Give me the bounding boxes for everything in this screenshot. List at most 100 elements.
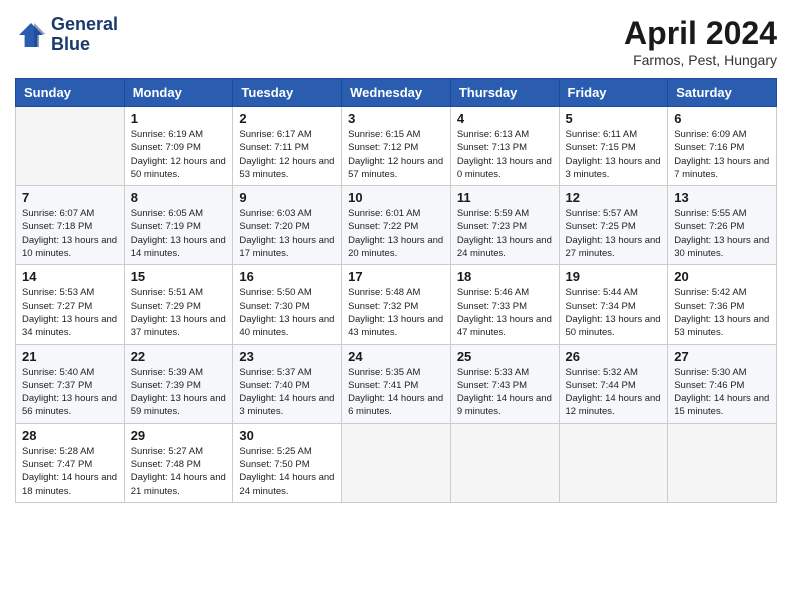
- calendar-cell: 9Sunrise: 6:03 AMSunset: 7:20 PMDaylight…: [233, 186, 342, 265]
- calendar-title: April 2024: [624, 15, 777, 52]
- day-info: Sunrise: 6:05 AMSunset: 7:19 PMDaylight:…: [131, 207, 227, 260]
- calendar-cell: 18Sunrise: 5:46 AMSunset: 7:33 PMDayligh…: [450, 265, 559, 344]
- week-row: 14 Sunrise: 5:53 AMSunset: 7:27 PMDayligh…: [16, 265, 777, 344]
- calendar-cell: 1 Sunrise: 6:19 AMSunset: 7:09 PMDaylight…: [124, 107, 233, 186]
- calendar-cell: 4 Sunrise: 6:13 AMSunset: 7:13 PMDaylight…: [450, 107, 559, 186]
- day-number: 16: [239, 269, 335, 284]
- weekday-header: Monday: [124, 79, 233, 107]
- calendar-cell: 22 Sunrise: 5:39 AMSunset: 7:39 PMDayligh…: [124, 344, 233, 423]
- calendar-cell: 27 Sunrise: 5:30 AMSunset: 7:46 PMDayligh…: [668, 344, 777, 423]
- calendar-cell: 23Sunrise: 5:37 AMSunset: 7:40 PMDayligh…: [233, 344, 342, 423]
- day-number: 29: [131, 428, 227, 443]
- logo-line2: Blue: [51, 35, 118, 55]
- calendar-cell: 13Sunrise: 5:55 AMSunset: 7:26 PMDayligh…: [668, 186, 777, 265]
- header: General Blue April 2024 Farmos, Pest, Hu…: [15, 15, 777, 68]
- day-number: 2: [239, 111, 335, 126]
- day-info: Sunrise: 5:59 AMSunset: 7:23 PMDaylight:…: [457, 207, 553, 260]
- day-info: Sunrise: 5:30 AMSunset: 7:46 PMDaylight:…: [674, 366, 770, 419]
- weekday-header: Friday: [559, 79, 668, 107]
- day-number: 8: [131, 190, 227, 205]
- day-info: Sunrise: 6:03 AMSunset: 7:20 PMDaylight:…: [239, 207, 335, 260]
- day-number: 10: [348, 190, 444, 205]
- day-number: 25: [457, 349, 553, 364]
- day-number: 3: [348, 111, 444, 126]
- calendar-cell: 15Sunrise: 5:51 AMSunset: 7:29 PMDayligh…: [124, 265, 233, 344]
- day-info: Sunrise: 5:57 AMSunset: 7:25 PMDaylight:…: [566, 207, 662, 260]
- day-number: 21: [22, 349, 118, 364]
- day-number: 15: [131, 269, 227, 284]
- day-info: Sunrise: 5:27 AMSunset: 7:48 PMDaylight:…: [131, 445, 227, 498]
- calendar-cell: 3 Sunrise: 6:15 AMSunset: 7:12 PMDaylight…: [342, 107, 451, 186]
- week-row: 28Sunrise: 5:28 AMSunset: 7:47 PMDayligh…: [16, 423, 777, 502]
- week-row: 7 Sunrise: 6:07 AMSunset: 7:18 PMDaylight…: [16, 186, 777, 265]
- calendar-cell: 30Sunrise: 5:25 AMSunset: 7:50 PMDayligh…: [233, 423, 342, 502]
- day-number: 13: [674, 190, 770, 205]
- day-info: Sunrise: 6:19 AMSunset: 7:09 PMDaylight:…: [131, 128, 227, 181]
- day-info: Sunrise: 5:33 AMSunset: 7:43 PMDaylight:…: [457, 366, 553, 419]
- calendar-cell: 16 Sunrise: 5:50 AMSunset: 7:30 PMDayligh…: [233, 265, 342, 344]
- day-info: Sunrise: 5:53 AMSunset: 7:27 PMDaylight:…: [22, 286, 118, 339]
- day-number: 23: [239, 349, 335, 364]
- day-number: 17: [348, 269, 444, 284]
- calendar-cell: 14 Sunrise: 5:53 AMSunset: 7:27 PMDayligh…: [16, 265, 125, 344]
- day-info: Sunrise: 5:25 AMSunset: 7:50 PMDaylight:…: [239, 445, 335, 498]
- calendar-cell: 26Sunrise: 5:32 AMSunset: 7:44 PMDayligh…: [559, 344, 668, 423]
- day-info: Sunrise: 6:15 AMSunset: 7:12 PMDaylight:…: [348, 128, 444, 181]
- day-number: 20: [674, 269, 770, 284]
- day-number: 27: [674, 349, 770, 364]
- day-number: 7: [22, 190, 118, 205]
- calendar-cell: 5 Sunrise: 6:11 AMSunset: 7:15 PMDaylight…: [559, 107, 668, 186]
- day-info: Sunrise: 6:07 AMSunset: 7:18 PMDaylight:…: [22, 207, 118, 260]
- weekday-header: Thursday: [450, 79, 559, 107]
- calendar-cell: [450, 423, 559, 502]
- calendar-cell: 7 Sunrise: 6:07 AMSunset: 7:18 PMDaylight…: [16, 186, 125, 265]
- day-info: Sunrise: 6:11 AMSunset: 7:15 PMDaylight:…: [566, 128, 662, 181]
- calendar-table: SundayMondayTuesdayWednesdayThursdayFrid…: [15, 78, 777, 503]
- day-info: Sunrise: 5:50 AMSunset: 7:30 PMDaylight:…: [239, 286, 335, 339]
- calendar-cell: 6Sunrise: 6:09 AMSunset: 7:16 PMDaylight…: [668, 107, 777, 186]
- day-number: 12: [566, 190, 662, 205]
- day-info: Sunrise: 5:39 AMSunset: 7:39 PMDaylight:…: [131, 366, 227, 419]
- day-info: Sunrise: 6:01 AMSunset: 7:22 PMDaylight:…: [348, 207, 444, 260]
- calendar-cell: 12 Sunrise: 5:57 AMSunset: 7:25 PMDayligh…: [559, 186, 668, 265]
- weekday-header: Sunday: [16, 79, 125, 107]
- calendar-cell: 21Sunrise: 5:40 AMSunset: 7:37 PMDayligh…: [16, 344, 125, 423]
- calendar-cell: 11Sunrise: 5:59 AMSunset: 7:23 PMDayligh…: [450, 186, 559, 265]
- calendar-cell: 29 Sunrise: 5:27 AMSunset: 7:48 PMDayligh…: [124, 423, 233, 502]
- calendar-cell: 19 Sunrise: 5:44 AMSunset: 7:34 PMDayligh…: [559, 265, 668, 344]
- day-number: 28: [22, 428, 118, 443]
- calendar-cell: [342, 423, 451, 502]
- day-info: Sunrise: 6:13 AMSunset: 7:13 PMDaylight:…: [457, 128, 553, 181]
- weekday-header: Saturday: [668, 79, 777, 107]
- day-number: 22: [131, 349, 227, 364]
- day-info: Sunrise: 5:35 AMSunset: 7:41 PMDaylight:…: [348, 366, 444, 419]
- day-number: 18: [457, 269, 553, 284]
- calendar-cell: 8 Sunrise: 6:05 AMSunset: 7:19 PMDaylight…: [124, 186, 233, 265]
- calendar-cell: 10 Sunrise: 6:01 AMSunset: 7:22 PMDayligh…: [342, 186, 451, 265]
- calendar-cell: 28Sunrise: 5:28 AMSunset: 7:47 PMDayligh…: [16, 423, 125, 502]
- day-number: 19: [566, 269, 662, 284]
- day-number: 5: [566, 111, 662, 126]
- day-info: Sunrise: 5:44 AMSunset: 7:34 PMDaylight:…: [566, 286, 662, 339]
- logo-line1: General: [51, 15, 118, 35]
- calendar-cell: 17 Sunrise: 5:48 AMSunset: 7:32 PMDayligh…: [342, 265, 451, 344]
- calendar-subtitle: Farmos, Pest, Hungary: [624, 52, 777, 68]
- logo-icon: [15, 19, 47, 51]
- calendar-cell: 25 Sunrise: 5:33 AMSunset: 7:43 PMDayligh…: [450, 344, 559, 423]
- title-area: April 2024 Farmos, Pest, Hungary: [624, 15, 777, 68]
- calendar-cell: [16, 107, 125, 186]
- day-number: 26: [566, 349, 662, 364]
- day-info: Sunrise: 6:09 AMSunset: 7:16 PMDaylight:…: [674, 128, 770, 181]
- calendar-cell: [559, 423, 668, 502]
- logo-text: General Blue: [51, 15, 118, 55]
- day-number: 1: [131, 111, 227, 126]
- day-info: Sunrise: 6:17 AMSunset: 7:11 PMDaylight:…: [239, 128, 335, 181]
- day-info: Sunrise: 5:48 AMSunset: 7:32 PMDaylight:…: [348, 286, 444, 339]
- day-info: Sunrise: 5:42 AMSunset: 7:36 PMDaylight:…: [674, 286, 770, 339]
- calendar-cell: 24 Sunrise: 5:35 AMSunset: 7:41 PMDayligh…: [342, 344, 451, 423]
- day-number: 14: [22, 269, 118, 284]
- day-number: 24: [348, 349, 444, 364]
- weekday-header-row: SundayMondayTuesdayWednesdayThursdayFrid…: [16, 79, 777, 107]
- calendar-cell: 2 Sunrise: 6:17 AMSunset: 7:11 PMDaylight…: [233, 107, 342, 186]
- day-number: 4: [457, 111, 553, 126]
